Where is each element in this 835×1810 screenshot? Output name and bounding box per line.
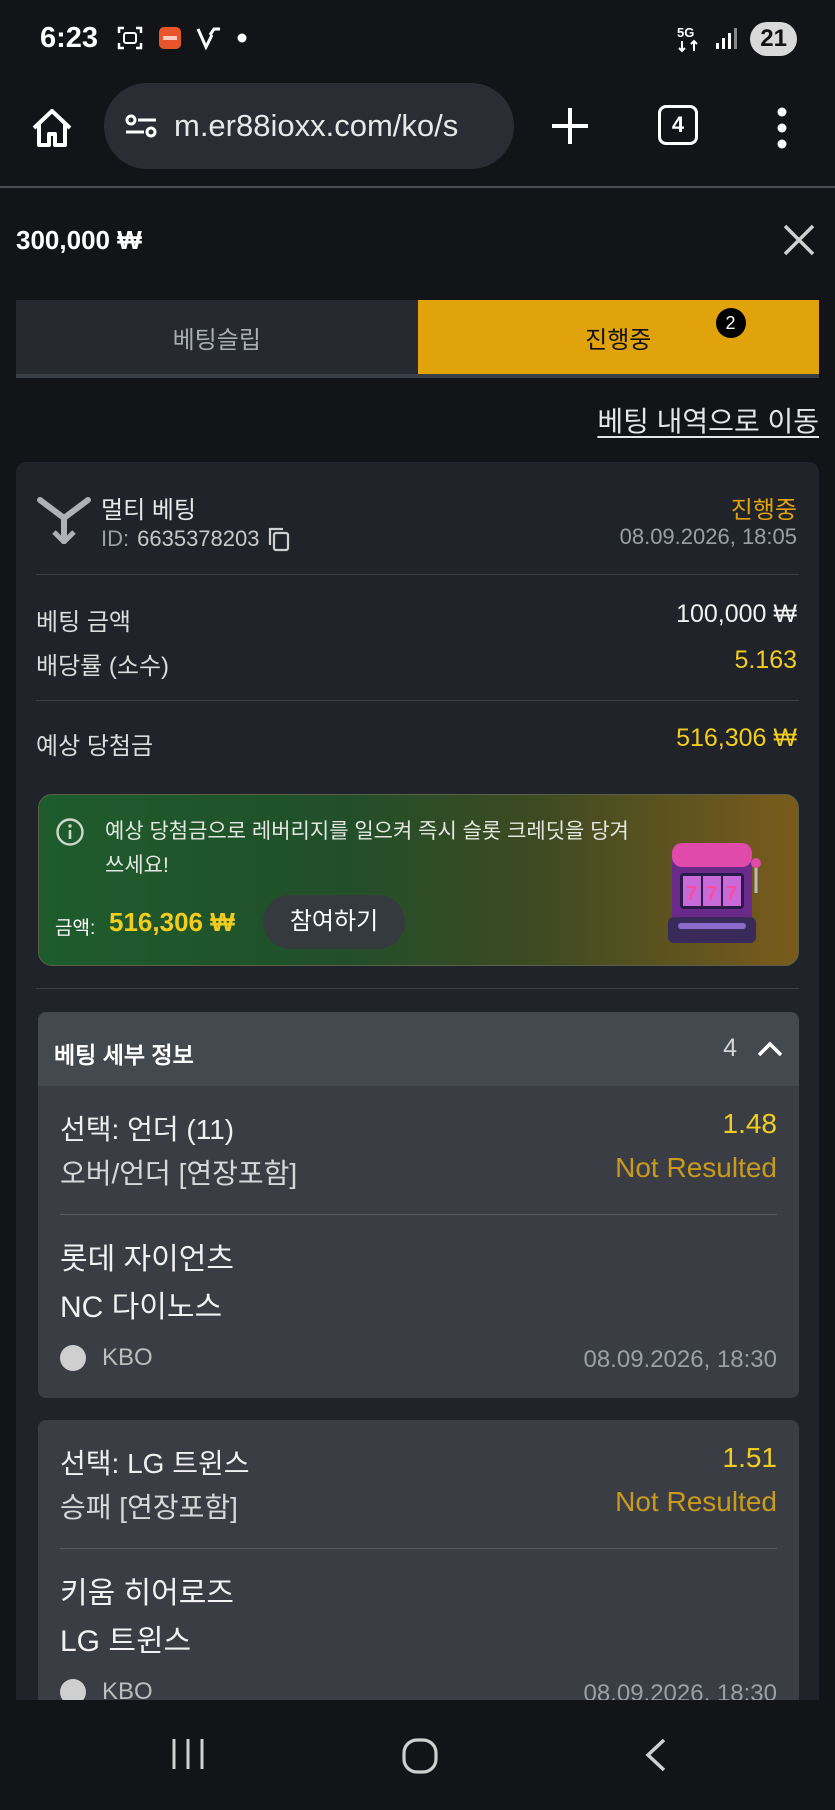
- home-team: 롯데 자이언츠: [60, 1243, 234, 1276]
- slot-machine-icon: 7 7 7: [668, 843, 761, 943]
- tab-betslip[interactable]: 베팅슬립: [16, 300, 418, 374]
- recent-apps-icon[interactable]: [168, 1736, 208, 1772]
- slot-credit-promo: 예상 당첨금으로 레버리지를 일으켜 즉시 슬롯 크레딧을 당겨 쓰세요! 금액…: [38, 794, 799, 966]
- balance: 300,000 ₩: [16, 225, 142, 255]
- bet-card: 멀티 베팅 ID: 6635378203 진행중 08.09.2026, 18:…: [16, 462, 819, 1710]
- bet-id: ID: 6635378203: [101, 526, 291, 552]
- 5g-icon: 5G: [677, 25, 699, 53]
- betslip-header: 300,000 ₩: [0, 190, 835, 290]
- baseball-icon: [60, 1345, 86, 1371]
- selection-card: 선택: LG 트윈스 승패 [연장포함] 1.51 Not Resulted 키…: [38, 1420, 799, 1710]
- chevron-up-icon[interactable]: [755, 1034, 785, 1064]
- signal-icon: [716, 28, 738, 49]
- selection-market: 오버/언더 [연장포함]: [60, 1158, 298, 1189]
- copy-icon[interactable]: [267, 526, 291, 552]
- info-icon: [56, 818, 84, 846]
- v-app-icon: [196, 27, 220, 51]
- battery-indicator: 21: [750, 22, 797, 56]
- app-notification-icon: [159, 27, 181, 49]
- address-bar[interactable]: m.er88ioxx.com/ko/s: [104, 83, 514, 169]
- divider: [60, 1214, 777, 1215]
- system-nav-bar: [0, 1700, 835, 1810]
- home-nav-icon[interactable]: [400, 1736, 440, 1776]
- away-team: NC 다이노스: [60, 1291, 223, 1324]
- bet-details-header[interactable]: 베팅 세부 정보 4: [38, 1012, 799, 1086]
- promo-amount: 516,306 ₩: [109, 907, 235, 937]
- site-settings-icon[interactable]: [124, 111, 158, 141]
- divider: [36, 988, 799, 989]
- bet-id-label: ID:: [101, 526, 130, 551]
- selection-card: 선택: 언더 (11) 오버/언더 [연장포함] 1.48 Not Result…: [38, 1086, 799, 1398]
- tab-in-progress[interactable]: 진행중 2: [417, 300, 819, 374]
- bet-status: 진행중: [730, 497, 797, 524]
- home-team: 키움 히어로즈: [60, 1577, 234, 1610]
- stake-value: 100,000 ₩: [676, 600, 797, 628]
- bet-id-value: 6635378203: [137, 526, 260, 551]
- promo-text: 예상 당첨금으로 레버리지를 일으켜 즉시 슬롯 크레딧을 당겨 쓰세요!: [105, 820, 629, 877]
- back-nav-icon[interactable]: [640, 1736, 670, 1774]
- svg-text:5G: 5G: [677, 25, 694, 40]
- tab-switcher-button[interactable]: 4: [658, 105, 698, 145]
- payout-label: 예상 당첨금: [36, 733, 154, 760]
- more-menu-icon[interactable]: [774, 106, 790, 150]
- status-time: 6:23: [40, 22, 99, 54]
- divider: [60, 1548, 777, 1549]
- screenshot-icon: [117, 26, 143, 50]
- browser-toolbar: m.er88ioxx.com/ko/s 4: [0, 78, 835, 188]
- tab-label: 진행중: [585, 326, 652, 354]
- status-bar: 6:23 5G 21: [0, 0, 835, 78]
- dot-icon: [237, 33, 247, 43]
- bet-datetime: 08.09.2026, 18:05: [619, 524, 797, 549]
- divider: [36, 700, 799, 701]
- league-name: KBO: [102, 1344, 153, 1371]
- new-tab-icon[interactable]: [548, 104, 592, 148]
- betslip-tabs: 베팅슬립 진행중 2: [16, 300, 819, 378]
- away-team: LG 트윈스: [60, 1625, 192, 1658]
- stake-label: 베팅 금액: [36, 609, 131, 636]
- tab-label: 베팅슬립: [172, 326, 261, 354]
- selection-market: 승패 [연장포함]: [60, 1492, 238, 1523]
- selection-odds: 1.51: [722, 1442, 778, 1473]
- multi-bet-icon: [37, 497, 91, 544]
- svg-text:7: 7: [706, 883, 717, 905]
- count-badge: 2: [715, 308, 746, 338]
- details-count: 4: [723, 1034, 737, 1062]
- details-title: 베팅 세부 정보: [54, 1042, 194, 1068]
- close-icon[interactable]: [779, 220, 819, 260]
- selection-result: Not Resulted: [615, 1486, 777, 1517]
- odds-label: 배당률 (소수): [36, 653, 170, 680]
- league: KBO: [60, 1344, 153, 1372]
- notification-icons: [116, 24, 248, 52]
- svg-text:7: 7: [726, 883, 737, 905]
- match-time: 08.09.2026, 18:30: [583, 1346, 777, 1373]
- divider: [36, 574, 799, 575]
- home-icon[interactable]: [30, 106, 74, 150]
- bet-type: 멀티 베팅: [101, 497, 196, 524]
- selection-result: Not Resulted: [615, 1152, 777, 1183]
- selection-pick: 선택: 언더 (11): [60, 1114, 235, 1145]
- bet-history-link[interactable]: 베팅 내역으로 이동: [597, 400, 819, 440]
- promo-amount-label: 금액:: [55, 918, 96, 939]
- url-text: m.er88ioxx.com/ko/s: [174, 108, 459, 143]
- selection-pick: 선택: LG 트윈스: [60, 1448, 250, 1479]
- selection-odds: 1.48: [722, 1108, 778, 1139]
- join-button[interactable]: 참여하기: [263, 895, 405, 949]
- svg-text:7: 7: [686, 883, 697, 905]
- odds-value: 5.163: [734, 646, 797, 674]
- payout-value: 516,306 ₩: [676, 724, 797, 752]
